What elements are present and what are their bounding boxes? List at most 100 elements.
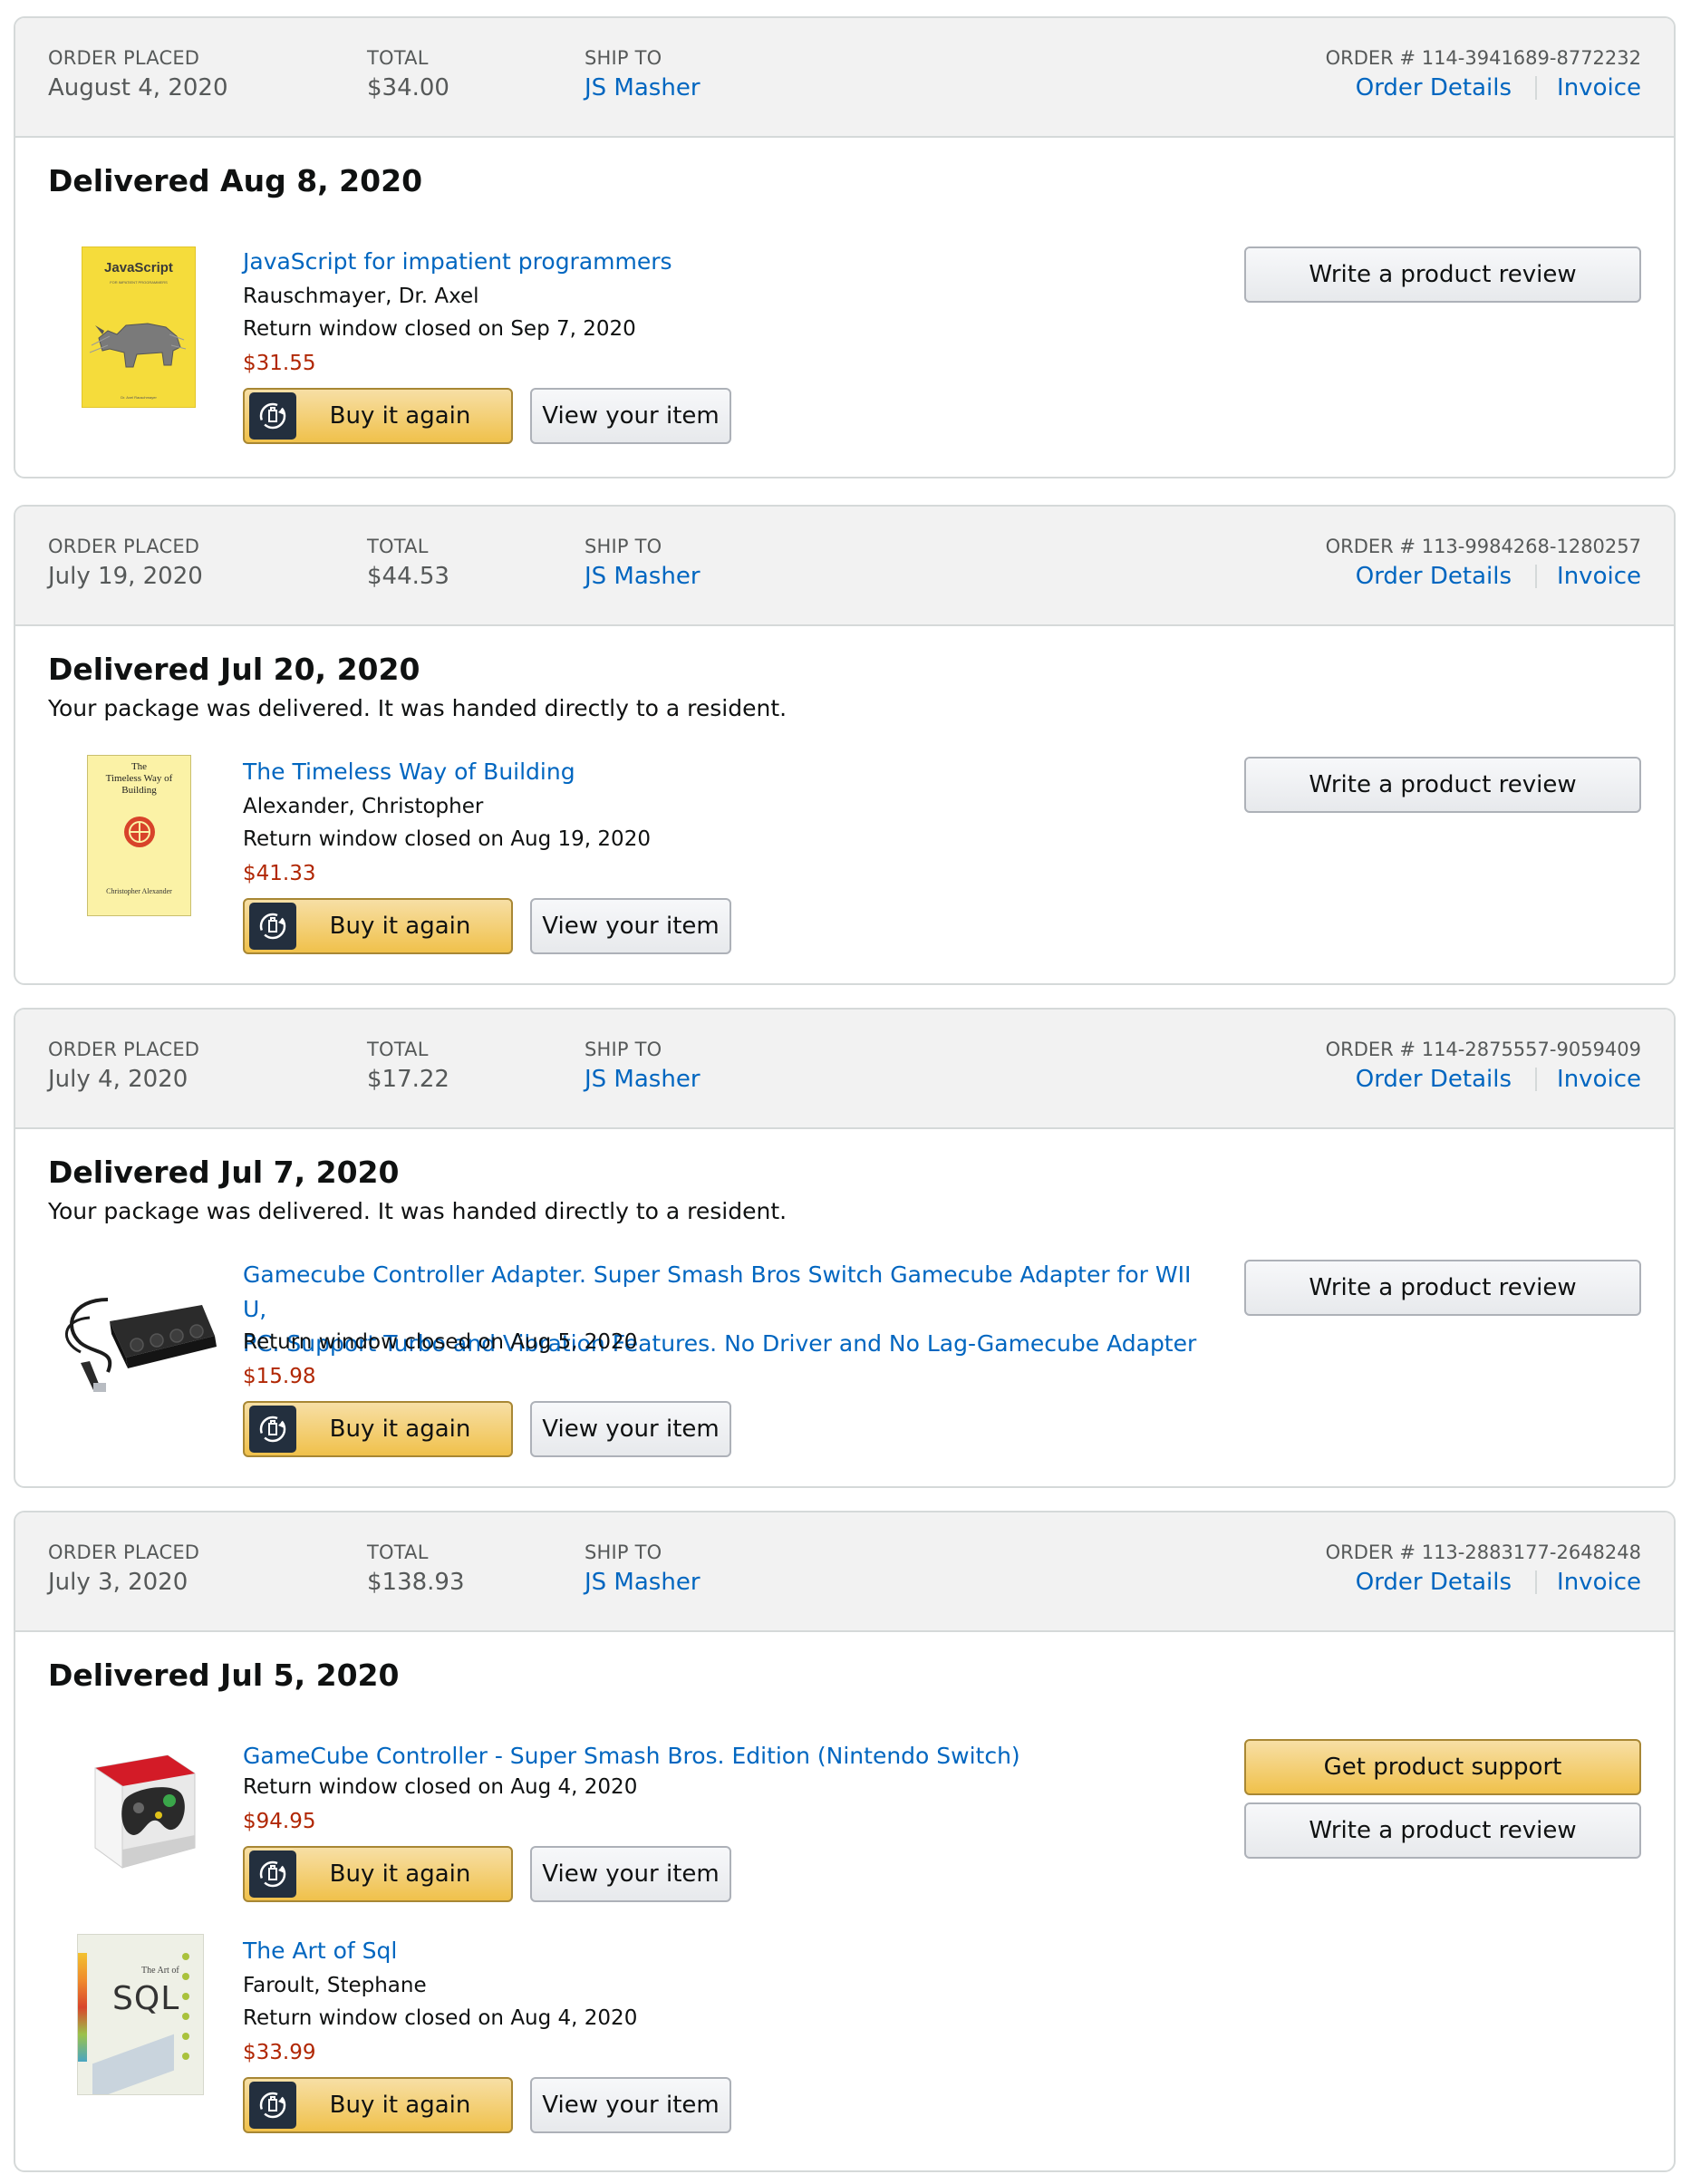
delivery-status: Delivered Jul 5, 2020 [48,1657,400,1693]
cover-stripe [78,1953,87,2062]
buy-again-button[interactable]: Buy it again [243,898,513,954]
order-header: ORDER PLACED July 19, 2020 TOTAL $44.53 … [15,507,1674,626]
write-review-button[interactable]: Write a product review [1244,1802,1641,1859]
order-links: Order Details Invoice [1356,74,1641,101]
buy-again-button[interactable]: Buy it again [243,2077,513,2133]
gamecube-adapter-image[interactable] [53,1263,226,1399]
art-of-sql-book-cover[interactable]: The Art of SQL [77,1934,204,2095]
order-card: ORDER PLACED August 4, 2020 TOTAL $34.00… [14,16,1676,478]
return-window: Return window closed on Aug 4, 2020 [243,1775,638,1799]
item-price: $41.33 [243,862,316,885]
item-price: $94.95 [243,1810,316,1833]
order-details-link[interactable]: Order Details [1356,1066,1512,1093]
invoice-link[interactable]: Invoice [1557,74,1641,101]
order-number: ORDER # 113-9984268-1280257 [1325,536,1641,557]
order-header: ORDER PLACED August 4, 2020 TOTAL $34.00… [15,18,1674,138]
order-number: ORDER # 113-2883177-2648248 [1325,1541,1641,1563]
invoice-link[interactable]: Invoice [1557,563,1641,590]
invoice-link[interactable]: Invoice [1557,1066,1641,1093]
item-title-link[interactable]: The Art of Sql [243,1934,1149,1968]
view-item-button[interactable]: View your item [530,1846,731,1902]
order-details-link[interactable]: Order Details [1356,1569,1512,1596]
cover-shape [92,2034,174,2094]
buy-again-button[interactable]: Buy it again [243,1846,513,1902]
cover-title-line: Timeless Way of [105,773,173,784]
buy-again-icon [249,903,296,950]
order-header: ORDER PLACED July 3, 2020 TOTAL $138.93 … [15,1512,1674,1632]
buy-again-icon [249,1406,296,1453]
write-review-button[interactable]: Write a product review [1244,1260,1641,1316]
cover-author: Dr. Axel Rauschmayer [121,395,157,400]
link-divider [1535,565,1538,588]
cover-title-line: Building [121,785,157,796]
order-links: Order Details Invoice [1356,1066,1641,1093]
buy-again-button[interactable]: Buy it again [243,388,513,444]
orders-list: ORDER PLACED August 4, 2020 TOTAL $34.00… [0,0,1691,2184]
view-item-button[interactable]: View your item [530,388,731,444]
order-total-label: TOTAL [367,1541,429,1563]
order-total-label: TOTAL [367,47,429,69]
order-header: ORDER PLACED July 4, 2020 TOTAL $17.22 S… [15,1010,1674,1129]
order-placed-label: ORDER PLACED [48,1039,200,1060]
order-placed-label: ORDER PLACED [48,47,200,69]
view-item-button[interactable]: View your item [530,898,731,954]
order-card: ORDER PLACED July 3, 2020 TOTAL $138.93 … [14,1511,1676,2172]
return-window: Return window closed on Sep 7, 2020 [243,317,636,341]
buy-again-label: Buy it again [329,913,471,940]
buy-again-label: Buy it again [329,1416,471,1443]
return-window: Return window closed on Aug 4, 2020 [243,2006,638,2030]
cover-title-big: SQL [112,1980,180,2017]
link-divider [1535,1570,1538,1594]
timeless-way-book-cover[interactable]: The Timeless Way of Building Christopher… [87,755,191,916]
item-author: Faroult, Stephane [243,1974,427,1997]
invoice-link[interactable]: Invoice [1557,1569,1641,1596]
view-item-button[interactable]: View your item [530,1401,731,1457]
cover-title: The Timeless Way of Building [88,761,190,797]
link-divider [1535,76,1538,100]
ship-to-label: SHIP TO [585,1541,662,1563]
gamecube-controller-box-image[interactable] [68,1741,213,1877]
order-total-label: TOTAL [367,536,429,557]
order-placed-date: July 19, 2020 [48,563,203,590]
order-placed-date: August 4, 2020 [48,74,228,101]
item-title-link[interactable]: JavaScript for impatient programmers [243,245,1149,279]
emblem-icon [124,817,155,847]
cover-author: Christopher Alexander [106,887,172,895]
get-support-button[interactable]: Get product support [1244,1739,1641,1795]
order-total-value: $34.00 [367,74,449,101]
item-title-link[interactable]: GameCube Controller - Super Smash Bros. … [243,1739,1149,1773]
order-details-link[interactable]: Order Details [1356,563,1512,590]
rhino-icon [89,323,187,368]
link-divider [1535,1068,1538,1091]
buy-again-icon [249,392,296,440]
order-details-link[interactable]: Order Details [1356,74,1512,101]
order-placed-date: July 4, 2020 [48,1066,188,1093]
cover-subtitle: FOR IMPATIENT PROGRAMMERS [110,280,168,285]
ship-to-link[interactable]: JS Masher [585,563,701,590]
buy-again-icon [249,2082,296,2129]
return-window: Return window closed on Aug 19, 2020 [243,827,651,851]
order-number: ORDER # 114-2875557-9059409 [1325,1039,1641,1060]
item-title-link[interactable]: The Timeless Way of Building [243,755,1149,789]
item-price: $15.98 [243,1365,316,1388]
view-item-button[interactable]: View your item [530,2077,731,2133]
ship-to-link[interactable]: JS Masher [585,1066,701,1093]
buy-again-button[interactable]: Buy it again [243,1401,513,1457]
ship-to-label: SHIP TO [585,47,662,69]
write-review-button[interactable]: Write a product review [1244,246,1641,303]
order-total-label: TOTAL [367,1039,429,1060]
delivery-status: Delivered Jul 20, 2020 [48,652,420,687]
item-title-line[interactable]: Gamecube Controller Adapter. Super Smash… [243,1258,1203,1327]
ship-to-link[interactable]: JS Masher [585,74,701,101]
buy-again-label: Buy it again [329,2092,471,2119]
ship-to-label: SHIP TO [585,1039,662,1060]
write-review-button[interactable]: Write a product review [1244,757,1641,813]
cover-dots-icon [182,1953,189,2060]
ship-to-link[interactable]: JS Masher [585,1569,701,1596]
item-price: $31.55 [243,352,316,375]
buy-again-label: Buy it again [329,402,471,430]
javascript-book-cover[interactable]: JavaScript FOR IMPATIENT PROGRAMMERS Dr.… [82,246,196,408]
order-total-value: $17.22 [367,1066,449,1093]
order-placed-label: ORDER PLACED [48,1541,200,1563]
order-placed-label: ORDER PLACED [48,536,200,557]
